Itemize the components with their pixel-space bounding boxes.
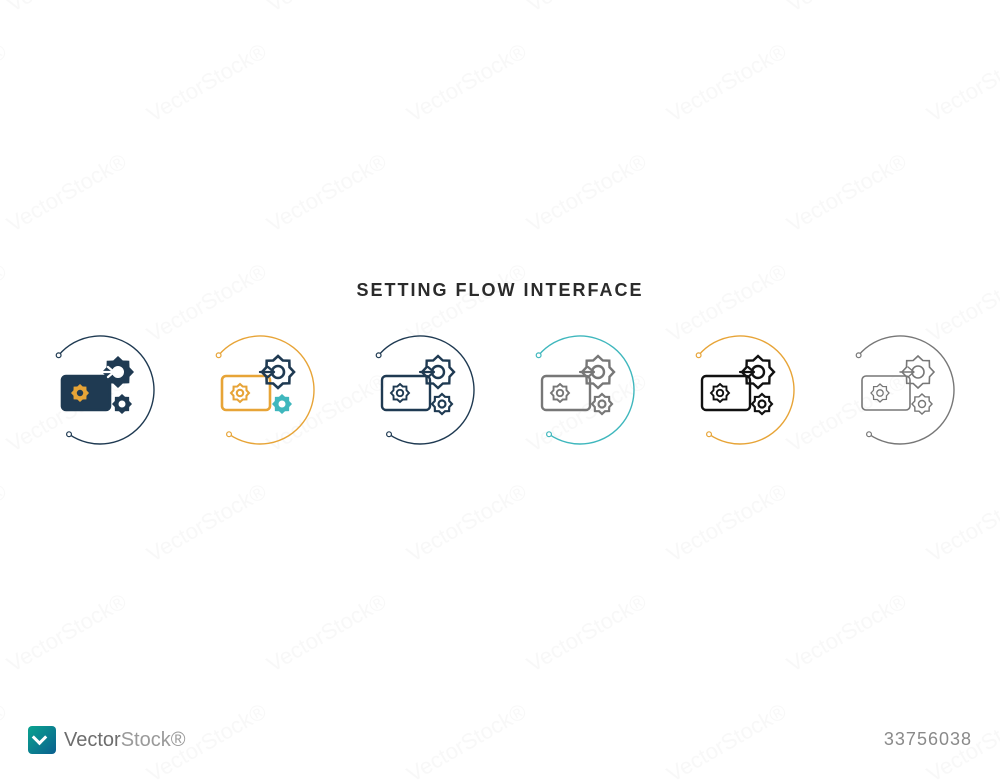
watermark-text: VectorStock® bbox=[522, 0, 651, 18]
outline-orange-icon bbox=[680, 330, 800, 450]
watermark-text: VectorStock® bbox=[0, 38, 11, 127]
watermark-text: VectorStock® bbox=[262, 148, 391, 237]
watermark-text: VectorStock® bbox=[782, 148, 911, 237]
watermark-text: VectorStock® bbox=[262, 588, 391, 677]
watermark-text: VectorStock® bbox=[782, 0, 911, 18]
watermark-text: VectorStock® bbox=[262, 0, 391, 18]
watermark-text: VectorStock® bbox=[402, 38, 531, 127]
watermark-text: VectorStock® bbox=[922, 38, 1000, 127]
watermark-text: VectorStock® bbox=[402, 698, 531, 780]
filled-navy-orange-icon bbox=[40, 330, 160, 450]
image-id-label: 33756038 bbox=[884, 729, 972, 750]
watermark-text: VectorStock® bbox=[142, 38, 271, 127]
watermark-text: VectorStock® bbox=[2, 148, 131, 237]
setting-flow-interface-icon bbox=[200, 330, 320, 450]
watermark-text: VectorStock® bbox=[2, 0, 131, 18]
watermark-text: VectorStock® bbox=[2, 588, 131, 677]
watermark-text: VectorStock® bbox=[662, 478, 791, 567]
setting-flow-interface-icon bbox=[40, 330, 160, 450]
watermark-text: VectorStock® bbox=[0, 698, 11, 780]
watermark-text: VectorStock® bbox=[142, 478, 271, 567]
brand-prefix: Vector bbox=[64, 729, 121, 751]
vectorstock-mark-icon bbox=[28, 726, 56, 754]
watermark-text: VectorStock® bbox=[402, 478, 531, 567]
watermark-text: VectorStock® bbox=[782, 588, 911, 677]
watermark-text: VectorStock® bbox=[662, 38, 791, 127]
setting-flow-interface-icon bbox=[360, 330, 480, 450]
icon-variants-row bbox=[0, 330, 1000, 450]
outline-gray-icon bbox=[840, 330, 960, 450]
stock-image-preview: VectorStock®VectorStock®VectorStock®Vect… bbox=[0, 0, 1000, 780]
outline-teal-icon bbox=[520, 330, 640, 450]
watermark-text: VectorStock® bbox=[522, 148, 651, 237]
watermark-text: VectorStock® bbox=[0, 478, 11, 567]
watermark-text: VectorStock® bbox=[662, 698, 791, 780]
outline-navy-icon bbox=[360, 330, 480, 450]
setting-flow-interface-icon bbox=[680, 330, 800, 450]
brand-suffix: Stock® bbox=[121, 729, 186, 751]
icon-set-title: SETTING FLOW INTERFACE bbox=[0, 280, 1000, 301]
flat-orange-teal-icon bbox=[200, 330, 320, 450]
watermark-text: VectorStock® bbox=[522, 588, 651, 677]
watermark-text: VectorStock® bbox=[922, 478, 1000, 567]
vectorstock-logo: VectorStock® bbox=[28, 726, 185, 754]
setting-flow-interface-icon bbox=[840, 330, 960, 450]
setting-flow-interface-icon bbox=[520, 330, 640, 450]
